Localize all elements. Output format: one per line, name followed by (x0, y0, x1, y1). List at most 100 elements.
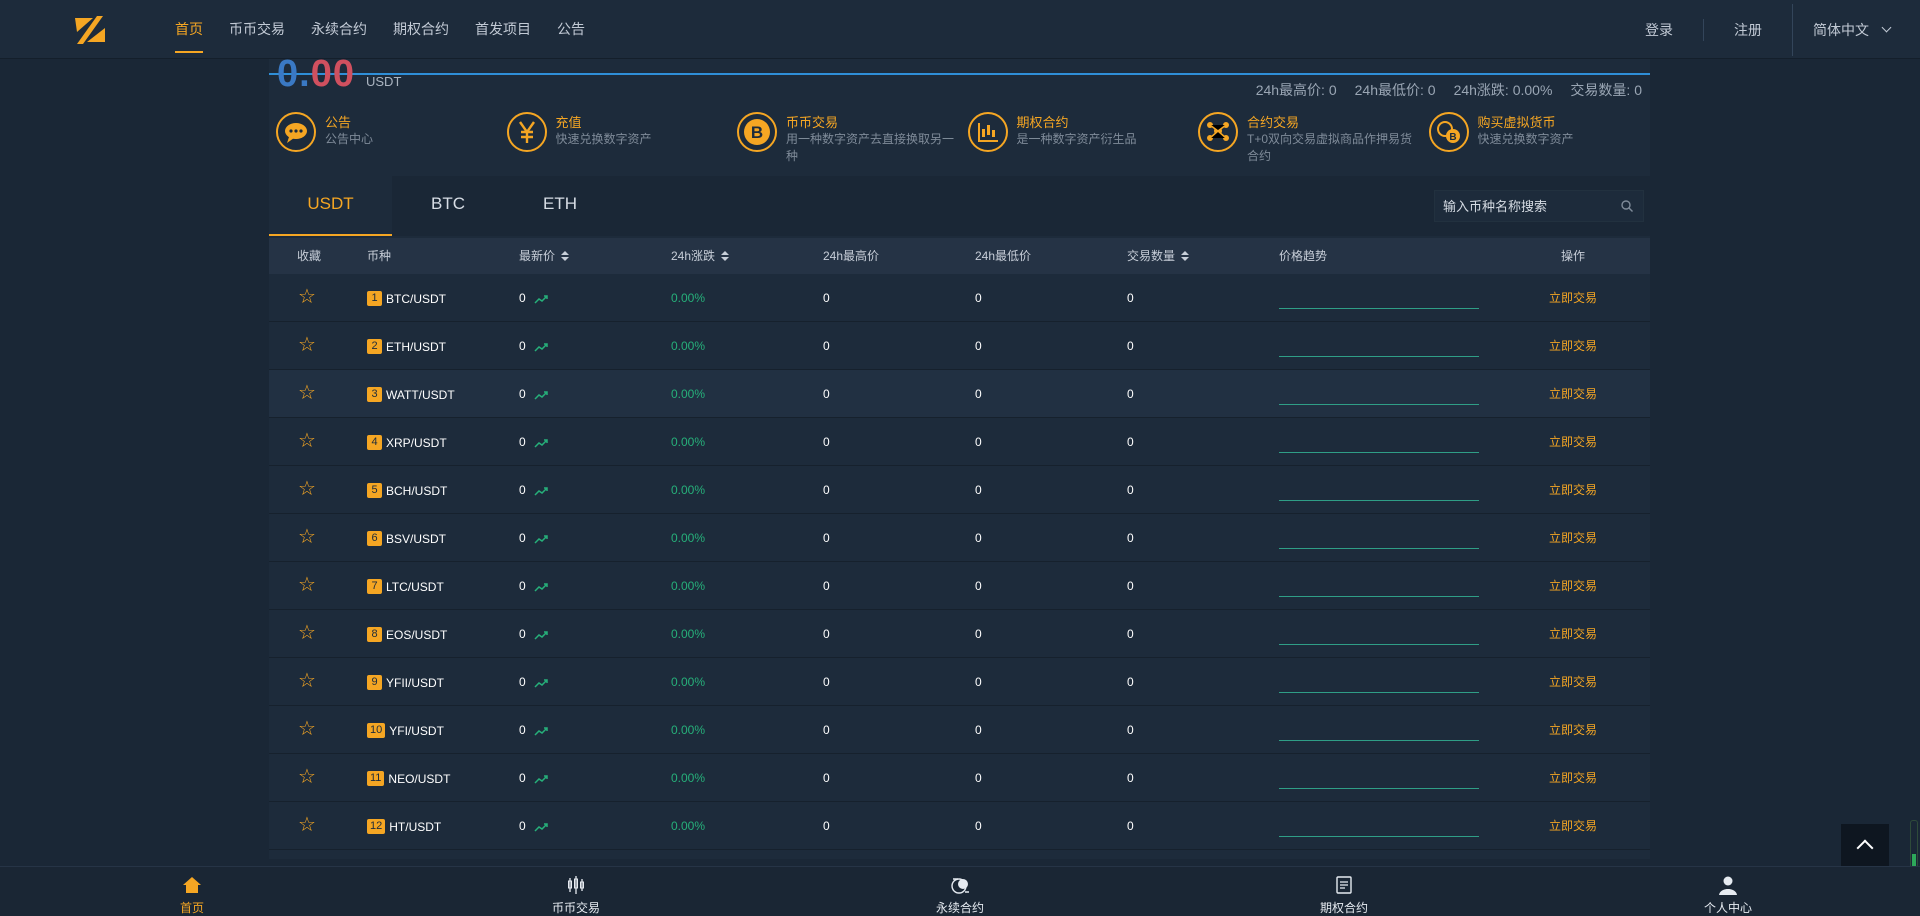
logo[interactable] (73, 14, 107, 46)
market-table-body: ☆ 1 BTC/USDT 0 0.00% 0 0 0 立即交易 ☆ 2 ETH/USDT 0 0.00% 0… (269, 274, 1650, 859)
feature-desc: 快速兑换数字资产 (555, 132, 652, 146)
coin-cell: 10 YFI/USDT (367, 706, 444, 755)
search-icon[interactable] (1621, 200, 1633, 212)
coin-cell: 5 BCH/USDT (367, 466, 447, 515)
feature-3[interactable]: 期权合约 是一种数字资产衍生品 (961, 107, 1181, 175)
last-price-cell: 0 (519, 466, 548, 514)
nav-link-5[interactable]: 公告 (557, 0, 585, 59)
table-row[interactable]: ☆ 3 WATT/USDT 0 0.00% 0 0 0 立即交易 (269, 370, 1650, 418)
trade-now-button[interactable]: 立即交易 (1549, 754, 1597, 802)
feature-desc: T+0双向交易虚拟商品作押易货合约 (1247, 132, 1413, 163)
search-input[interactable] (1435, 191, 1610, 221)
register-link[interactable]: 注册 (1704, 20, 1792, 40)
star-icon[interactable]: ☆ (298, 754, 316, 800)
nav-link-1[interactable]: 币币交易 (229, 0, 285, 59)
nav-link-3[interactable]: 期权合约 (393, 0, 449, 59)
price-line (269, 73, 1650, 75)
feature-title: 购买虚拟货币 (1477, 115, 1556, 130)
feature-1[interactable]: 充值 快速兑换数字资产 (500, 107, 720, 175)
table-row[interactable]: ☆ 6 BSV/USDT 0 0.00% 0 0 0 立即交易 (269, 514, 1650, 562)
trade-now-button[interactable]: 立即交易 (1549, 562, 1597, 610)
trade-now-button[interactable]: 立即交易 (1549, 802, 1597, 850)
tab-btc[interactable]: BTC (392, 176, 504, 236)
table-row[interactable]: ☆ 1 BTC/USDT 0 0.00% 0 0 0 立即交易 (269, 274, 1650, 322)
header-low: 24h最低价 (975, 238, 1031, 274)
language-selector[interactable]: 简体中文 (1793, 20, 1920, 40)
table-row[interactable]: ☆ 12 HT/USDT 0 0.00% 0 0 0 立即交易 (269, 802, 1650, 850)
bottom-nav-item-4[interactable]: 个人中心 (1678, 867, 1778, 916)
table-header: 收藏 币种 最新价 24h涨跌 24h最高价 24h最低价 交易数量 价格趋势 … (269, 238, 1650, 274)
feature-0[interactable]: 公告 公告中心 (269, 107, 489, 175)
sparkline (1279, 500, 1479, 501)
star-icon[interactable]: ☆ (298, 466, 316, 512)
star-icon[interactable]: ☆ (298, 802, 316, 848)
trade-now-button[interactable]: 立即交易 (1549, 610, 1597, 658)
rank-badge: 6 (367, 531, 382, 547)
table-row[interactable]: ☆ 2 ETH/USDT 0 0.00% 0 0 0 立即交易 (269, 322, 1650, 370)
header-high: 24h最高价 (823, 238, 879, 274)
header-volume-label: 交易数量 (1127, 249, 1176, 263)
last-price: 0 (519, 435, 526, 449)
nav-link-0[interactable]: 首页 (175, 0, 203, 59)
pair-name: HT/USDT (389, 819, 442, 834)
star-icon[interactable]: ☆ (298, 610, 316, 656)
rank-badge: 3 (367, 387, 382, 403)
table-row[interactable]: ☆ 7 LTC/USDT 0 0.00% 0 0 0 立即交易 (269, 562, 1650, 610)
table-row[interactable]: ☆ 10 YFI/USDT 0 0.00% 0 0 0 立即交易 (269, 706, 1650, 754)
star-icon[interactable]: ☆ (298, 370, 316, 416)
sparkline (1279, 404, 1479, 405)
bottom-nav-item-0[interactable]: 首页 (142, 867, 242, 916)
tab-usdt[interactable]: USDT (269, 176, 392, 236)
login-link[interactable]: 登录 (1615, 20, 1703, 40)
trade-now-button[interactable]: 立即交易 (1549, 274, 1597, 322)
header-change[interactable]: 24h涨跌 (671, 238, 730, 274)
feature-5[interactable]: B 购买虚拟货币 快速兑换数字资产 (1422, 107, 1642, 175)
feature-title: 合约交易 (1247, 115, 1300, 130)
star-icon[interactable]: ☆ (298, 514, 316, 560)
low-cell: 0 (975, 531, 982, 545)
header-fav: 收藏 (297, 238, 321, 274)
bottom-nav-item-1[interactable]: 币币交易 (526, 867, 626, 916)
last-price: 0 (519, 339, 526, 353)
last-price-cell: 0 (519, 370, 548, 418)
trend-up-icon (534, 727, 548, 736)
star-icon[interactable]: ☆ (298, 322, 316, 368)
trend-up-icon (534, 583, 548, 592)
trade-now-button[interactable]: 立即交易 (1549, 514, 1597, 562)
tab-eth[interactable]: ETH (504, 176, 616, 236)
trade-now-button[interactable]: 立即交易 (1549, 658, 1597, 706)
table-row[interactable]: ☆ 9 YFII/USDT 0 0.00% 0 0 0 立即交易 (269, 658, 1650, 706)
low-cell: 0 (975, 435, 982, 449)
bitcoin-icon: B (737, 112, 777, 152)
star-icon[interactable]: ☆ (298, 418, 316, 464)
table-row[interactable]: ☆ 8 EOS/USDT 0 0.00% 0 0 0 立即交易 (269, 610, 1650, 658)
volume-cell: 0 (1127, 675, 1134, 689)
trade-now-button[interactable]: 立即交易 (1549, 322, 1597, 370)
trade-now-button[interactable]: 立即交易 (1549, 466, 1597, 514)
coin-cell: 12 HT/USDT (367, 802, 441, 851)
bottom-nav-item-3[interactable]: 期权合约 (1294, 867, 1394, 916)
nav-link-2[interactable]: 永续合约 (311, 0, 367, 59)
header-last-price[interactable]: 最新价 (519, 238, 570, 274)
feature-2[interactable]: B 币币交易 用一种数字资产去直接换取另一种 (730, 107, 954, 175)
star-icon[interactable]: ☆ (298, 562, 316, 608)
trade-now-button[interactable]: 立即交易 (1549, 418, 1597, 466)
nav-link-4[interactable]: 首发项目 (475, 0, 531, 59)
bottom-nav-item-2[interactable]: 永续合约 (910, 867, 1010, 916)
header-volume[interactable]: 交易数量 (1127, 238, 1190, 274)
table-row[interactable]: ☆ 5 BCH/USDT 0 0.00% 0 0 0 立即交易 (269, 466, 1650, 514)
star-icon[interactable]: ☆ (298, 658, 316, 704)
last-price: 0 (519, 819, 526, 833)
pair-name: BSV/USDT (386, 531, 447, 546)
star-icon[interactable]: ☆ (298, 706, 316, 752)
table-row[interactable]: ☆ 11 NEO/USDT 0 0.00% 0 0 0 立即交易 (269, 754, 1650, 802)
star-icon[interactable]: ☆ (298, 274, 316, 320)
trade-now-button[interactable]: 立即交易 (1549, 706, 1597, 754)
feature-4[interactable]: 合约交易 T+0双向交易虚拟商品作押易货合约 (1191, 107, 1412, 175)
current-price: 0.00 (277, 53, 355, 96)
stat-low: 24h最低价: 0 (1354, 82, 1436, 98)
trade-now-button[interactable]: 立即交易 (1549, 370, 1597, 418)
back-to-top-button[interactable] (1841, 824, 1889, 866)
table-row[interactable]: ☆ 4 XRP/USDT 0 0.00% 0 0 0 立即交易 (269, 418, 1650, 466)
rank-badge: 4 (367, 435, 382, 451)
